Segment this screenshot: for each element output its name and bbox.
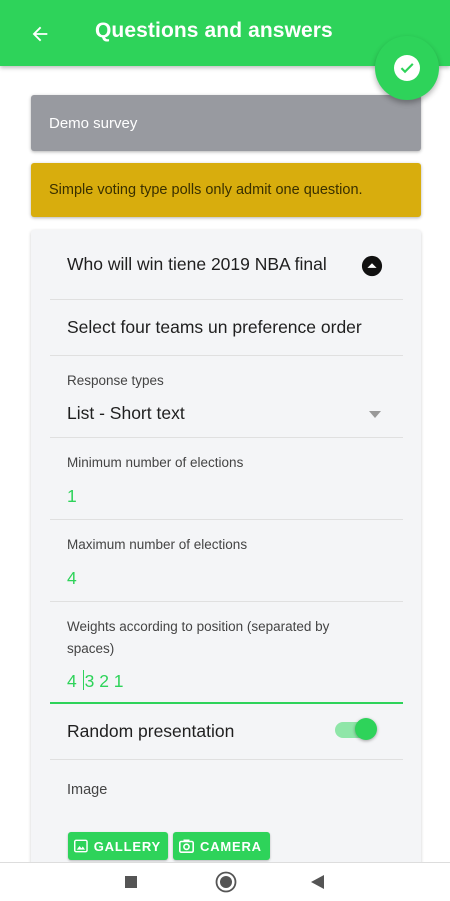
camera-button-label: CAMERA (200, 838, 262, 854)
camera-button[interactable]: CAMERA (173, 832, 270, 860)
gallery-icon (74, 839, 88, 853)
triangle-back-icon (311, 875, 324, 889)
min-elections-value: 1 (67, 486, 77, 506)
random-presentation-row: Random presentation (50, 704, 403, 760)
min-elections-label: Minimum number of elections (67, 455, 244, 470)
weights-value-before: 4 (67, 671, 82, 691)
square-icon (125, 876, 137, 888)
recent-apps-button[interactable] (124, 875, 138, 889)
system-nav-bar (0, 862, 450, 901)
back-nav-button[interactable] (310, 874, 325, 890)
text-cursor (82, 670, 84, 690)
gallery-button[interactable]: GALLERY (68, 832, 168, 860)
max-elections-field[interactable]: Maximum number of elections 4 (50, 520, 403, 602)
toggle-knob (355, 718, 377, 740)
check-circle-icon (394, 55, 420, 81)
weights-label: Weights according to position (separated… (67, 619, 330, 656)
confirm-button[interactable] (375, 36, 439, 100)
home-button[interactable] (215, 871, 237, 893)
back-button[interactable] (26, 20, 54, 48)
question-card: Who will win tiene 2019 NBA final Select… (31, 230, 421, 870)
response-types-select[interactable]: Response types List - Short text (50, 356, 403, 438)
question-title: Who will win tiene 2019 NBA final (67, 254, 327, 274)
min-elections-field[interactable]: Minimum number of elections 1 (50, 438, 403, 520)
circle-home-icon (215, 871, 237, 893)
survey-name-banner: Demo survey (31, 95, 421, 151)
question-subtitle-field[interactable]: Select four teams un preference order (50, 300, 403, 356)
random-presentation-label: Random presentation (67, 721, 235, 741)
arrow-left-icon (32, 26, 48, 42)
camera-icon (179, 839, 194, 853)
image-label: Image (67, 782, 108, 798)
max-elections-value: 4 (67, 568, 77, 588)
question-subtitle: Select four teams un preference order (67, 317, 362, 337)
poll-notice: Simple voting type polls only admit one … (31, 163, 421, 217)
random-presentation-toggle[interactable] (335, 718, 377, 740)
weights-value-after: 3 2 1 (84, 671, 124, 691)
weights-field[interactable]: Weights according to position (separated… (50, 602, 403, 704)
response-types-label: Response types (67, 373, 164, 388)
weights-value: 4 3 2 1 (67, 670, 124, 692)
chevron-up-circle-icon[interactable] (361, 255, 383, 282)
question-title-row[interactable]: Who will win tiene 2019 NBA final (50, 230, 403, 300)
gallery-button-label: GALLERY (93, 838, 161, 854)
max-elections-label: Maximum number of elections (67, 537, 248, 552)
content-area: Demo survey Simple voting type polls onl… (0, 66, 450, 870)
dropdown-arrow-icon (369, 406, 381, 424)
response-types-value: List - Short text (67, 403, 185, 423)
page-title: Questions and answers (95, 19, 333, 42)
